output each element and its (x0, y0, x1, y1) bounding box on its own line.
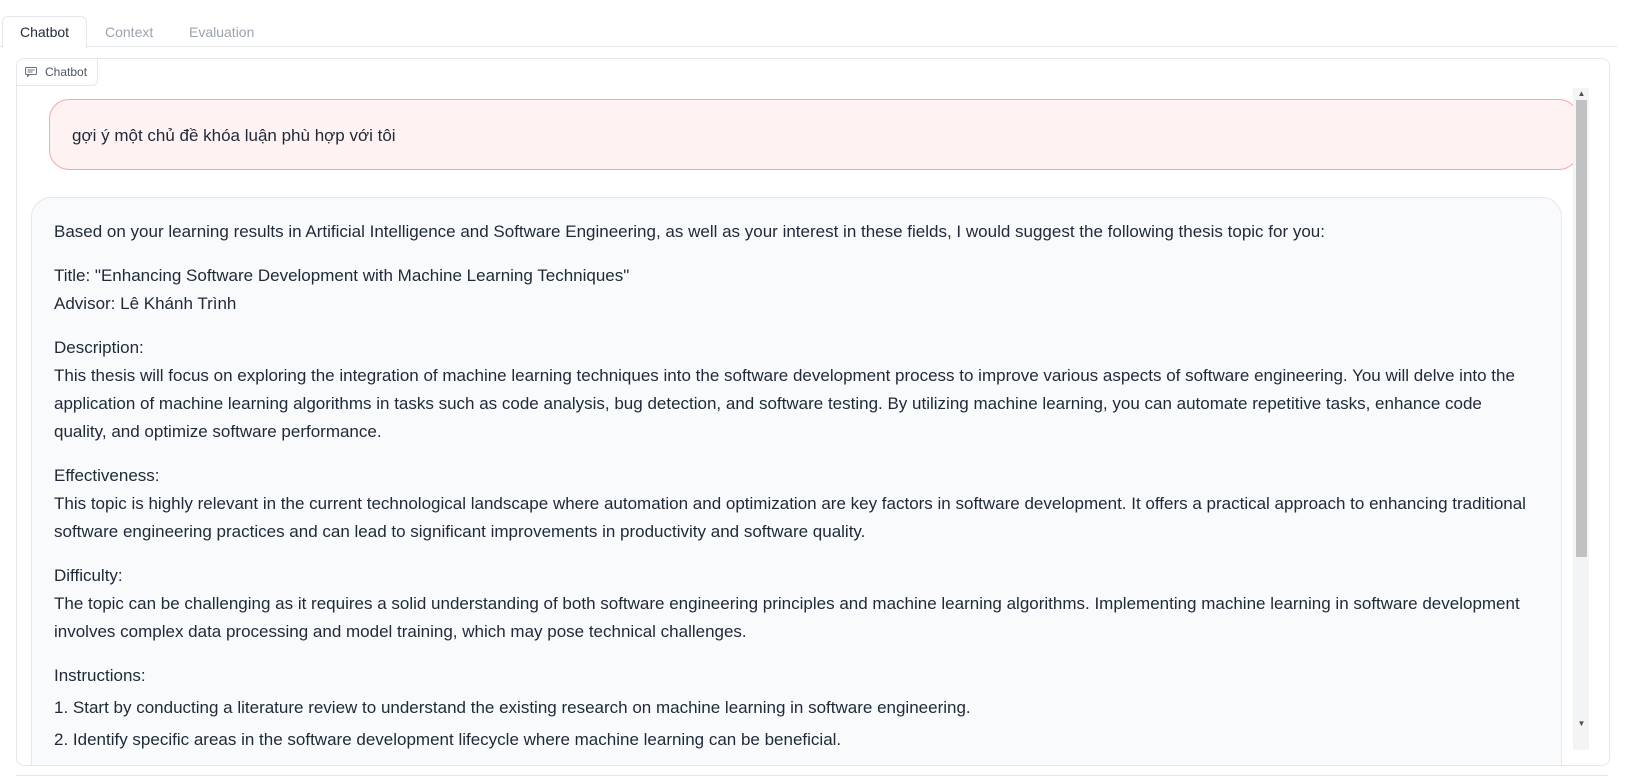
user-message-text: gợi ý một chủ đề khóa luận phù hợp với t… (72, 126, 396, 145)
bot-instruction-item: 2. Identify specific areas in the softwa… (54, 730, 842, 749)
tab-divider (0, 46, 1617, 47)
tab-context[interactable]: Context (105, 17, 153, 47)
bot-effectiveness-block: Effectiveness: This topic is highly rele… (54, 462, 1539, 546)
bot-difficulty-block: Difficulty: The topic can be challenging… (54, 562, 1539, 646)
chat-scroll-area[interactable]: gợi ý một chủ đề khóa luận phù hợp với t… (17, 59, 1609, 765)
bot-description-block: Description: This thesis will focus on e… (54, 334, 1539, 446)
bot-message: Based on your learning results in Artifi… (31, 197, 1562, 765)
tab-bar: Chatbot Context Evaluation (0, 0, 1630, 49)
bot-title-block: Title: "Enhancing Software Development w… (54, 262, 1539, 318)
bot-description-heading: Description: (54, 338, 144, 357)
panel-label: Chatbot (17, 59, 99, 86)
bot-advisor-line: Advisor: Lê Khánh Trình (54, 294, 237, 313)
bot-intro: Based on your learning results in Artifi… (54, 222, 1325, 241)
bot-difficulty-text: The topic can be challenging as it requi… (54, 594, 1520, 641)
chat-icon (25, 67, 37, 77)
bot-instruction-item: 1. Start by conducting a literature revi… (54, 698, 971, 717)
user-message: gợi ý một chủ đề khóa luận phù hợp với t… (49, 99, 1579, 170)
bot-description-text: This thesis will focus on exploring the … (54, 366, 1515, 441)
bot-effectiveness-heading: Effectiveness: (54, 466, 160, 485)
bot-difficulty-heading: Difficulty: (54, 566, 123, 585)
bot-title-line: Title: "Enhancing Software Development w… (54, 266, 630, 285)
bot-instructions-heading: Instructions: (54, 666, 146, 685)
tab-evaluation[interactable]: Evaluation (189, 17, 254, 47)
tab-chatbot[interactable]: Chatbot (2, 16, 88, 49)
scrollbar-thumb[interactable] (1576, 100, 1587, 557)
bot-effectiveness-text: This topic is highly relevant in the cur… (54, 494, 1526, 541)
scroll-down-icon[interactable]: ▼ (1576, 718, 1587, 729)
chatbot-panel: Chatbot gợi ý một chủ đề khóa luận phù h… (16, 58, 1610, 766)
scroll-up-icon[interactable]: ▲ (1576, 88, 1587, 99)
bottom-divider (16, 775, 1608, 776)
panel-label-text: Chatbot (45, 65, 88, 79)
